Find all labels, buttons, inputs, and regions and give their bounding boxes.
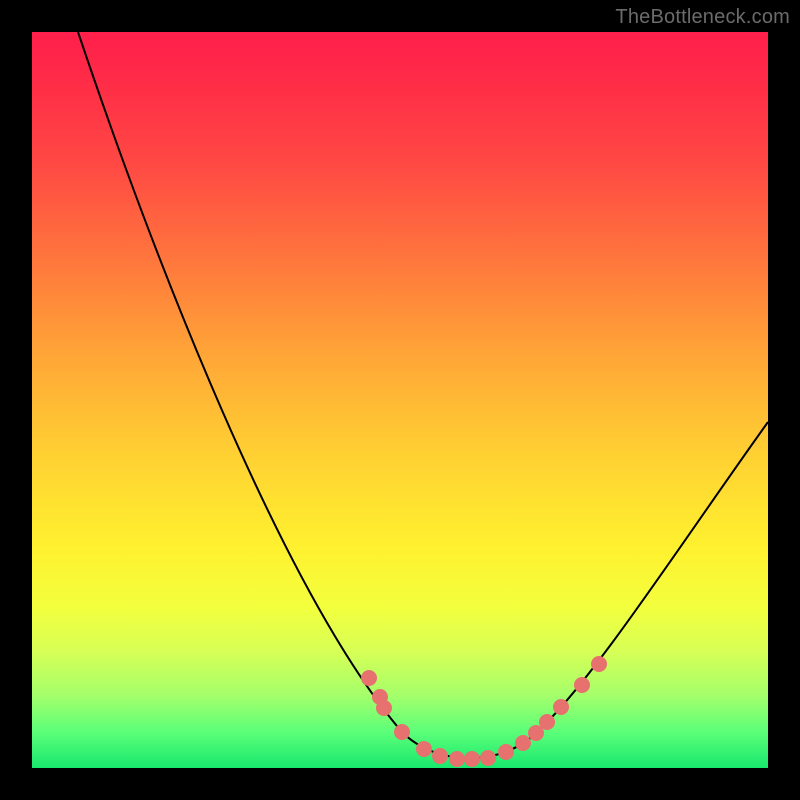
highlight-dot	[574, 677, 590, 693]
highlight-dot	[515, 735, 531, 751]
bottleneck-curve	[78, 32, 768, 758]
chart-svg-layer	[32, 32, 768, 768]
highlight-dot	[361, 670, 377, 686]
highlight-dot	[449, 751, 465, 767]
highlight-dot	[480, 750, 496, 766]
highlight-dot	[553, 699, 569, 715]
highlight-dot	[498, 744, 514, 760]
highlight-dot	[591, 656, 607, 672]
highlight-dot	[416, 741, 432, 757]
chart-stage: TheBottleneck.com	[0, 0, 800, 800]
highlight-dot	[394, 724, 410, 740]
highlight-dot	[539, 714, 555, 730]
highlight-dot	[376, 700, 392, 716]
highlight-dots-group	[361, 656, 607, 767]
watermark-text: TheBottleneck.com	[615, 6, 790, 29]
chart-plot-area	[32, 32, 768, 768]
highlight-dot	[464, 751, 480, 767]
highlight-dot	[432, 748, 448, 764]
